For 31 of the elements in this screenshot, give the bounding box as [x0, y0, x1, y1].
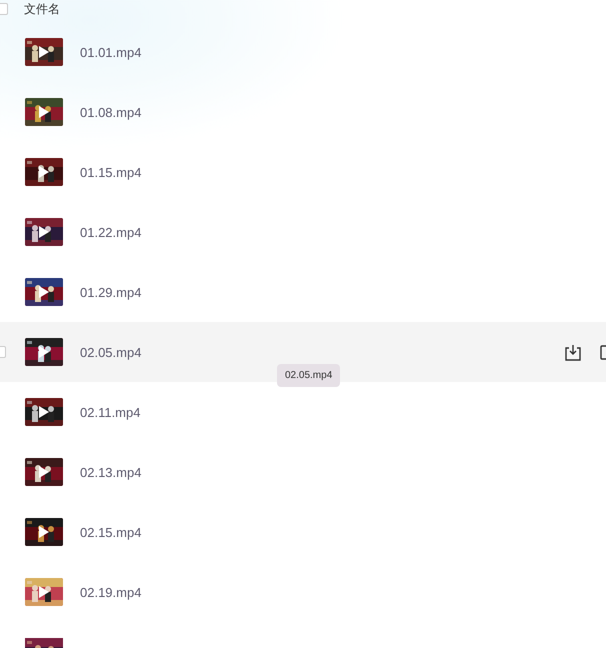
file-name[interactable]: 01.01.mp4	[80, 44, 142, 60]
play-icon	[39, 226, 49, 238]
play-icon	[39, 406, 49, 418]
file-row[interactable]: 01.22.mp4	[0, 202, 606, 262]
play-icon	[39, 166, 49, 178]
download-icon[interactable]	[564, 344, 582, 360]
play-icon	[39, 46, 49, 58]
file-name[interactable]: 02.11.mp4	[80, 404, 140, 420]
file-name[interactable]: 01.22.mp4	[80, 224, 142, 240]
file-name[interactable]: 02.05.mp4	[80, 344, 142, 360]
file-row[interactable]: 01.29.mp4	[0, 262, 606, 322]
play-icon	[39, 526, 49, 538]
file-row[interactable]: 02.15.mp4	[0, 502, 606, 562]
play-icon	[39, 106, 49, 118]
file-row[interactable]: 01.01.mp4	[0, 22, 606, 82]
play-icon	[39, 286, 49, 298]
play-icon	[39, 466, 49, 478]
file-row[interactable]: 01.15.mp4	[0, 142, 606, 202]
play-icon	[39, 346, 49, 358]
file-row[interactable]: 01.08.mp4	[0, 82, 606, 142]
file-name[interactable]: 02.13.mp4	[80, 464, 142, 480]
column-header[interactable]: 文件名	[24, 0, 60, 18]
play-icon	[39, 586, 49, 598]
file-name[interactable]: 02.19.mp4	[80, 584, 142, 600]
file-name[interactable]: 01.29.mp4	[80, 284, 142, 300]
file-name[interactable]: 02.15.mp4	[80, 524, 142, 540]
file-name[interactable]: 01.08.mp4	[80, 104, 142, 120]
file-name[interactable]: 01.15.mp4	[80, 164, 142, 180]
file-row[interactable]: 02.13.mp4	[0, 442, 606, 502]
file-row[interactable]: 02.19.mp4	[0, 562, 606, 622]
tooltip: 02.05.mp4	[277, 364, 340, 387]
